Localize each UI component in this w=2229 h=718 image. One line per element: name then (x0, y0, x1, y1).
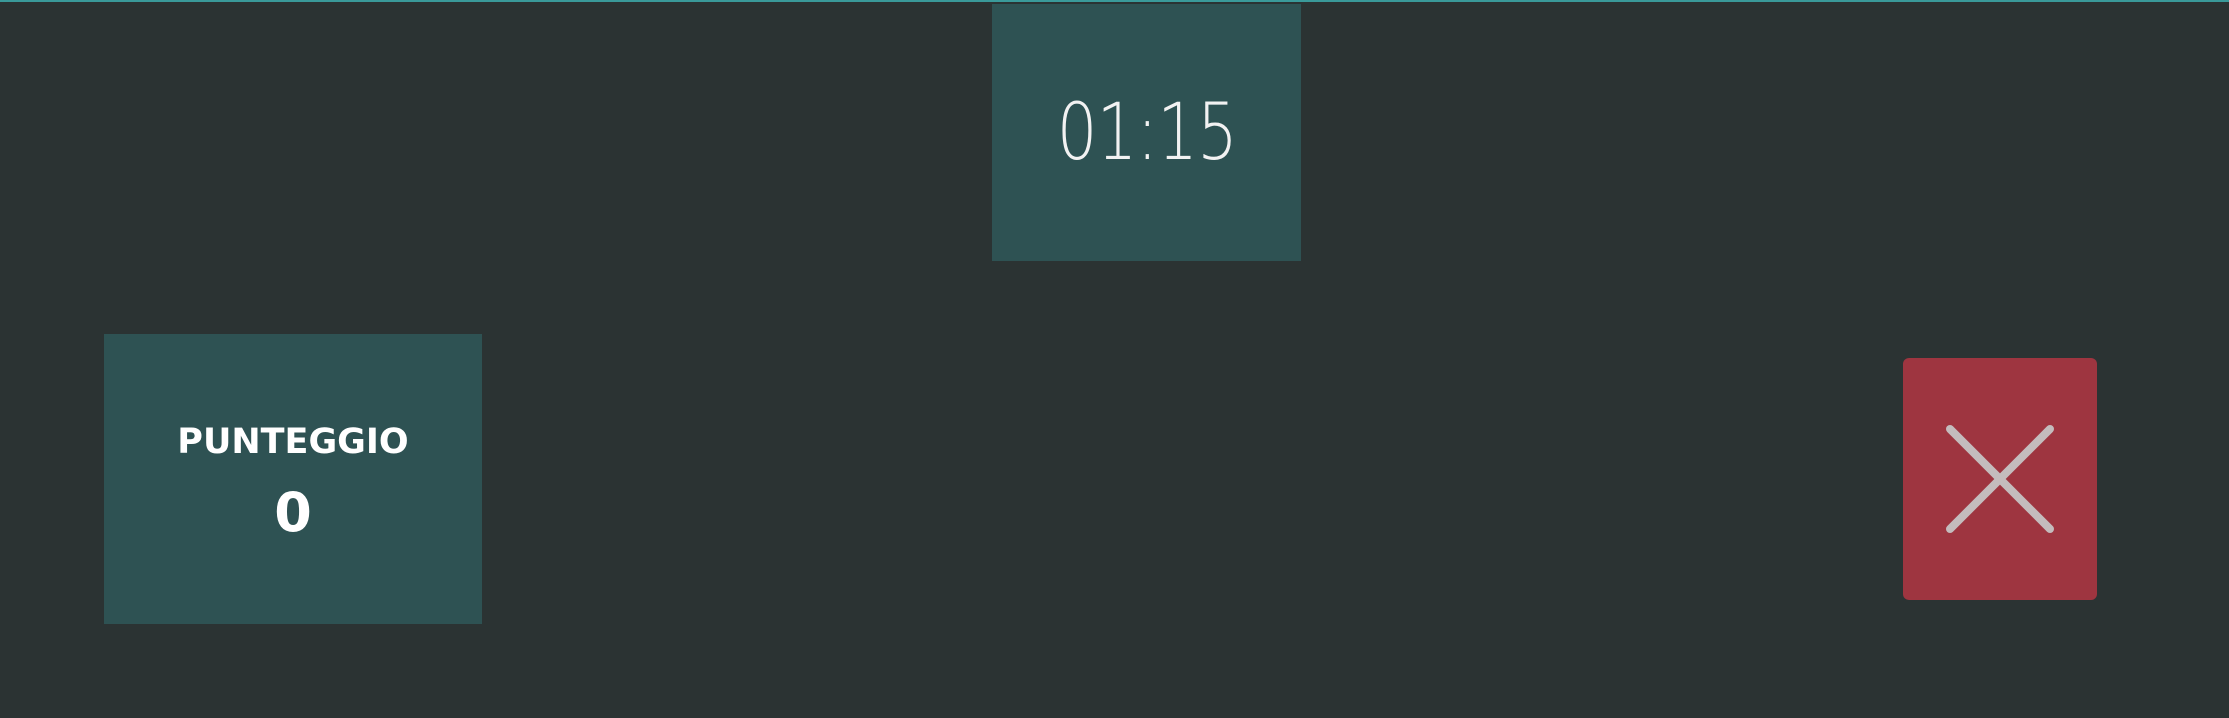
score-value: 0 (274, 480, 312, 544)
score-panel: PUNTEGGIO 0 (104, 334, 482, 624)
close-button[interactable] (1903, 358, 2097, 600)
score-label: PUNTEGGIO (177, 421, 409, 462)
timer-display: 01:15 (1056, 87, 1237, 178)
timer-panel: 01:15 (992, 4, 1301, 261)
close-icon (1946, 425, 2054, 533)
game-screen: 01:15 PUNTEGGIO 0 (0, 0, 2229, 718)
